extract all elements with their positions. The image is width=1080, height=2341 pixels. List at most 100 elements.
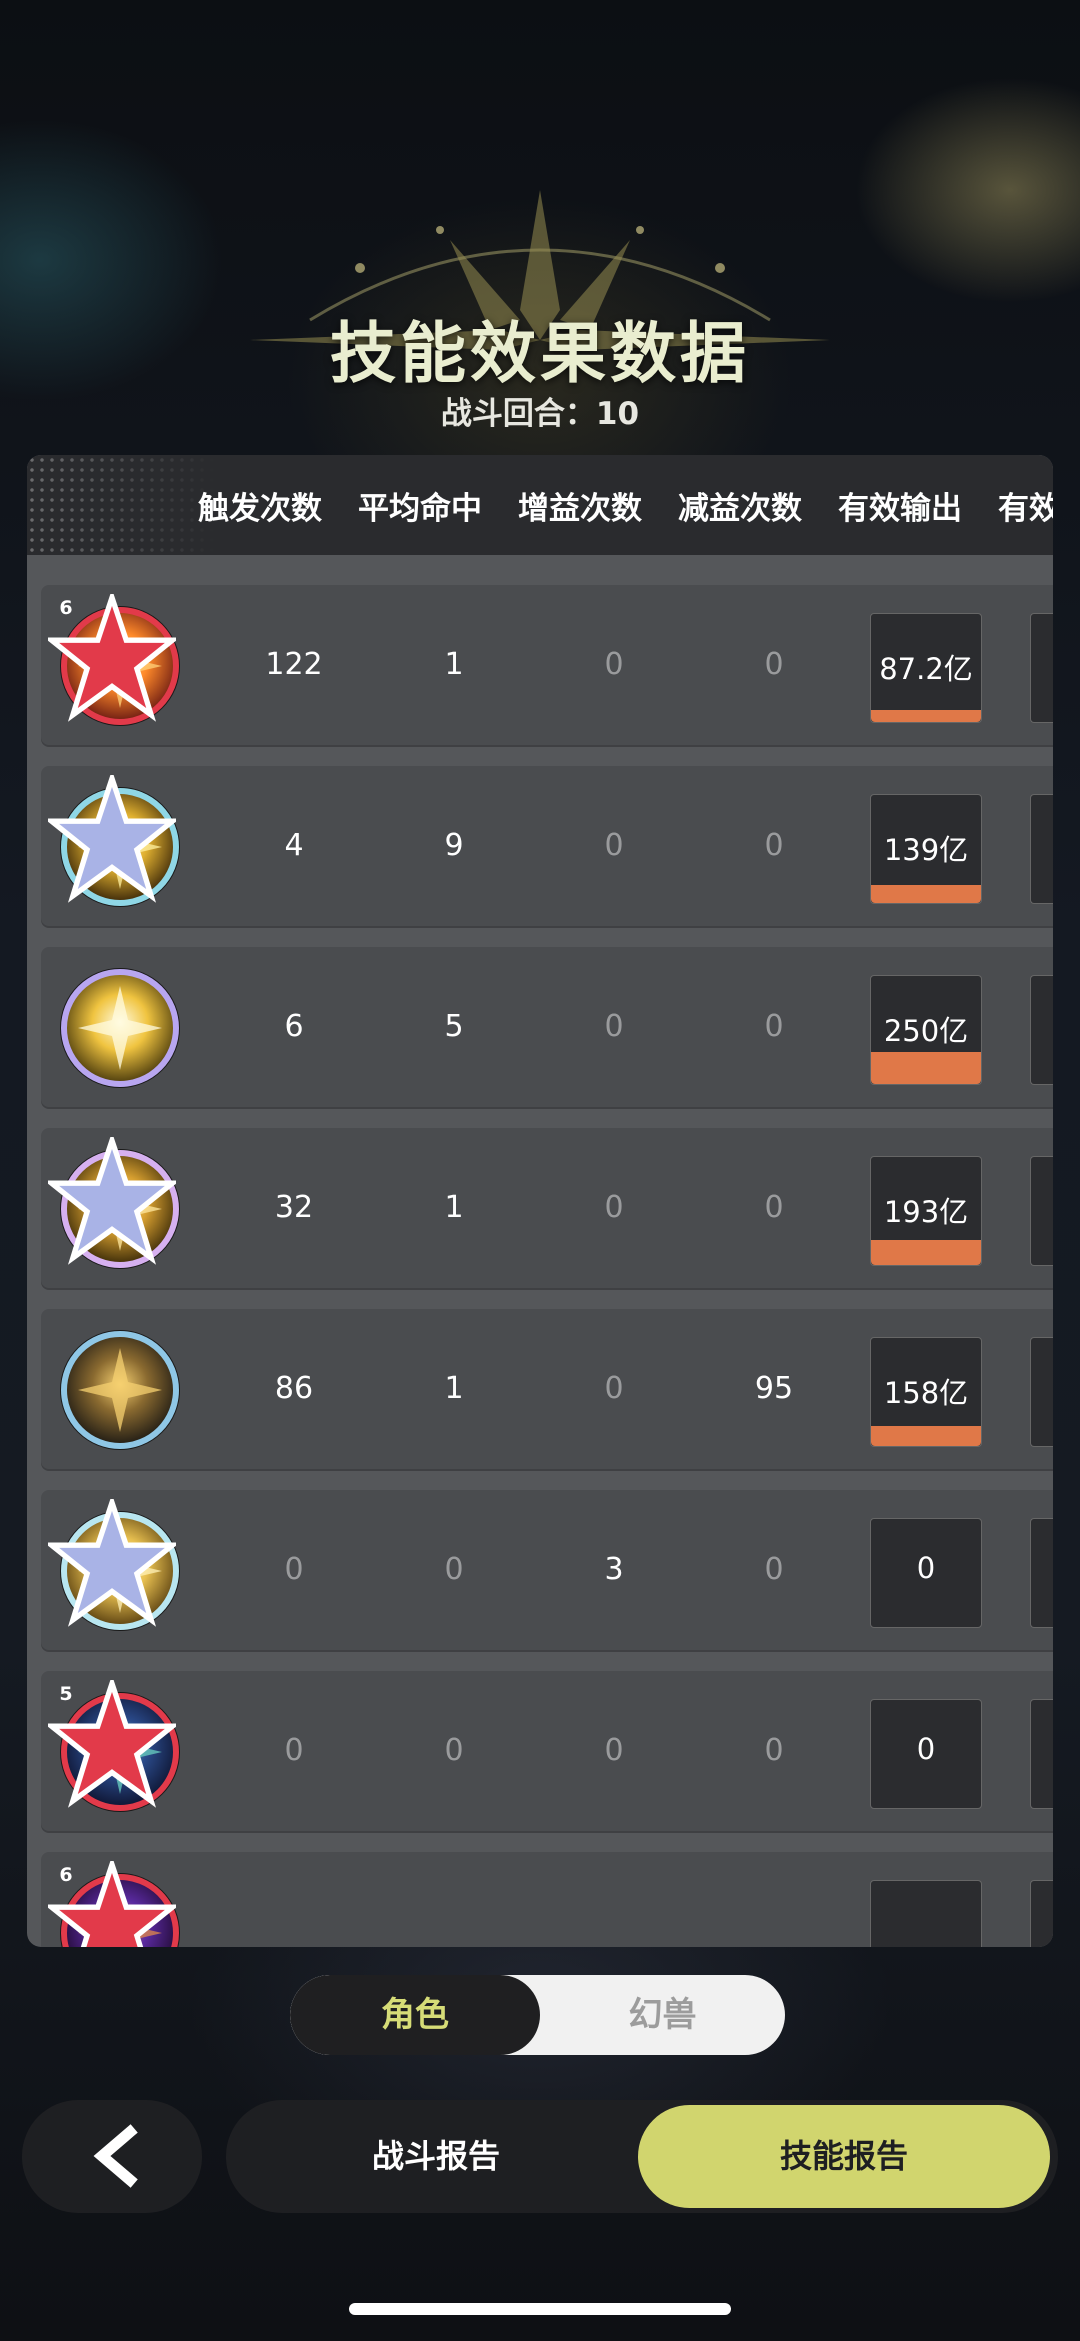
truncated-column-box [1030, 1337, 1053, 1447]
chevron-left-icon [93, 2124, 138, 2188]
star-level: 6 [59, 597, 73, 619]
cell-buff: 0 [604, 1733, 624, 1768]
effective-output-box: 250亿 [870, 975, 982, 1085]
col-avg-hit: 平均命中 [358, 491, 482, 527]
cell-debuff: 0 [764, 1190, 784, 1225]
star-level: 5 [59, 1683, 73, 1705]
col-trigger-count: 触发次数 [198, 491, 322, 527]
effective-output-bar [871, 1426, 981, 1446]
back-button[interactable] [22, 2100, 202, 2213]
cell-avg-hit: 5 [444, 1009, 464, 1044]
effective-output-box: 0 [870, 1518, 982, 1628]
cell-buff: 0 [604, 1371, 624, 1406]
keyhole-shield-skill-icon[interactable] [48, 1499, 184, 1635]
effective-output-value: 87.2亿 [879, 652, 973, 686]
col-debuff-count: 减益次数 [678, 491, 802, 527]
effective-output-bar [871, 710, 981, 722]
table-row[interactable]: 86 1 0 95 158亿 [41, 1309, 1053, 1471]
effective-output-box: 87.2亿 [870, 613, 982, 723]
cell-debuff: 0 [764, 647, 784, 682]
toggle-beast[interactable]: 幻兽 [540, 1975, 785, 2055]
cell-trigger: 122 [265, 647, 323, 682]
effective-output-bar [871, 1240, 981, 1265]
cell-buff: 3 [604, 1552, 624, 1587]
violet-flame-skill-icon[interactable]: 6 [48, 1861, 184, 1947]
effective-output-box: 0 [870, 1699, 982, 1809]
star-badge [48, 775, 176, 903]
fire-star-skill-icon[interactable]: 6 [48, 594, 184, 730]
cell-buff: 0 [604, 1009, 624, 1044]
lightning-burst-skill-icon[interactable] [48, 775, 184, 911]
table-header: 触发次数 平均命中 增益次数 减益次数 有效输出 有效 [27, 455, 1053, 555]
cell-avg-hit: 1 [444, 1190, 464, 1225]
truncated-column-box [1030, 613, 1053, 723]
cell-avg-hit: 1 [444, 1371, 464, 1406]
truncated-column-box [1030, 1699, 1053, 1809]
table-row[interactable]: 6 5 0 0 250亿 [41, 947, 1053, 1109]
effective-output-value: 139亿 [883, 833, 969, 867]
cell-buff: 0 [604, 828, 624, 863]
cell-avg-hit: 1 [444, 647, 464, 682]
cell-avg-hit: 0 [444, 1733, 464, 1768]
cell-trigger: 0 [284, 1552, 304, 1587]
star-badge [48, 1499, 176, 1627]
cell-trigger: 6 [284, 1009, 304, 1044]
star-badge: 6 [48, 1861, 176, 1947]
table-row[interactable]: 5 0 0 0 0 0 [41, 1671, 1053, 1833]
golden-orb-skill-icon[interactable] [48, 1137, 184, 1273]
truncated-column-box [1030, 975, 1053, 1085]
effective-output-value: 250亿 [883, 1014, 969, 1048]
cell-debuff: 0 [764, 1009, 784, 1044]
cell-debuff: 95 [754, 1371, 794, 1406]
effective-output-box: 139亿 [870, 794, 982, 904]
table-row[interactable]: 6 122 1 0 0 87.2亿 [41, 585, 1053, 747]
truncated-column-box [1030, 794, 1053, 904]
cell-avg-hit: 0 [444, 1552, 464, 1587]
effective-output-value: 193亿 [883, 1195, 969, 1229]
skill-data-table[interactable]: 触发次数 平均命中 增益次数 减益次数 有效输出 有效 6 122 1 0 0 87.… [27, 455, 1053, 1947]
cell-trigger: 4 [284, 828, 304, 863]
toggle-role[interactable]: 角色 [290, 1975, 540, 2055]
report-tabs: 战斗报告 技能报告 [226, 2100, 1058, 2213]
cell-trigger: 0 [284, 1733, 304, 1768]
effective-output-box [870, 1880, 982, 1947]
cell-debuff: 0 [764, 1552, 784, 1587]
cell-buff: 0 [604, 1190, 624, 1225]
truncated-column-box [1030, 1518, 1053, 1628]
effective-output-bar [871, 885, 981, 903]
effective-output-value: 0 [916, 1732, 936, 1766]
role-toggle[interactable]: 角色 幻兽 [290, 1975, 785, 2055]
star-level: 6 [59, 1864, 73, 1886]
star-badge: 6 [48, 594, 176, 722]
table-row[interactable]: 32 1 0 0 193亿 [41, 1128, 1053, 1290]
cell-debuff: 0 [764, 1733, 784, 1768]
home-indicator[interactable] [349, 2303, 731, 2315]
radiant-star-skill-icon[interactable] [56, 964, 184, 1092]
truncated-column-box [1030, 1156, 1053, 1266]
header-decoration [27, 455, 217, 555]
page-title: 技能效果数据 [330, 315, 750, 392]
cell-debuff: 0 [764, 828, 784, 863]
truncated-column-box [1030, 1880, 1053, 1947]
spirit-figure-skill-icon[interactable]: 5 [48, 1680, 184, 1816]
tab-skill-report[interactable]: 技能报告 [638, 2105, 1050, 2208]
star-badge [48, 1137, 176, 1265]
col-effective-truncated: 有效 [998, 491, 1053, 527]
table-row[interactable]: 4 9 0 0 139亿 [41, 766, 1053, 928]
cell-trigger: 86 [274, 1371, 314, 1406]
effective-output-box: 193亿 [870, 1156, 982, 1266]
col-effective-output: 有效输出 [838, 491, 962, 527]
effective-output-bar [871, 1052, 981, 1084]
cell-trigger: 32 [274, 1190, 314, 1225]
table-row[interactable]: 0 0 3 0 0 [41, 1490, 1053, 1652]
golden-ring-skill-icon[interactable] [56, 1326, 184, 1454]
tab-battle-report[interactable]: 战斗报告 [226, 2100, 646, 2213]
col-buff-count: 增益次数 [518, 491, 642, 527]
battle-rounds: 战斗回合：10 [440, 396, 640, 432]
cell-buff: 0 [604, 647, 624, 682]
cell-avg-hit: 9 [444, 828, 464, 863]
star-badge: 5 [48, 1680, 176, 1808]
table-row[interactable]: 6 [41, 1852, 1053, 1947]
effective-output-value: 0 [916, 1551, 936, 1585]
effective-output-box: 158亿 [870, 1337, 982, 1447]
